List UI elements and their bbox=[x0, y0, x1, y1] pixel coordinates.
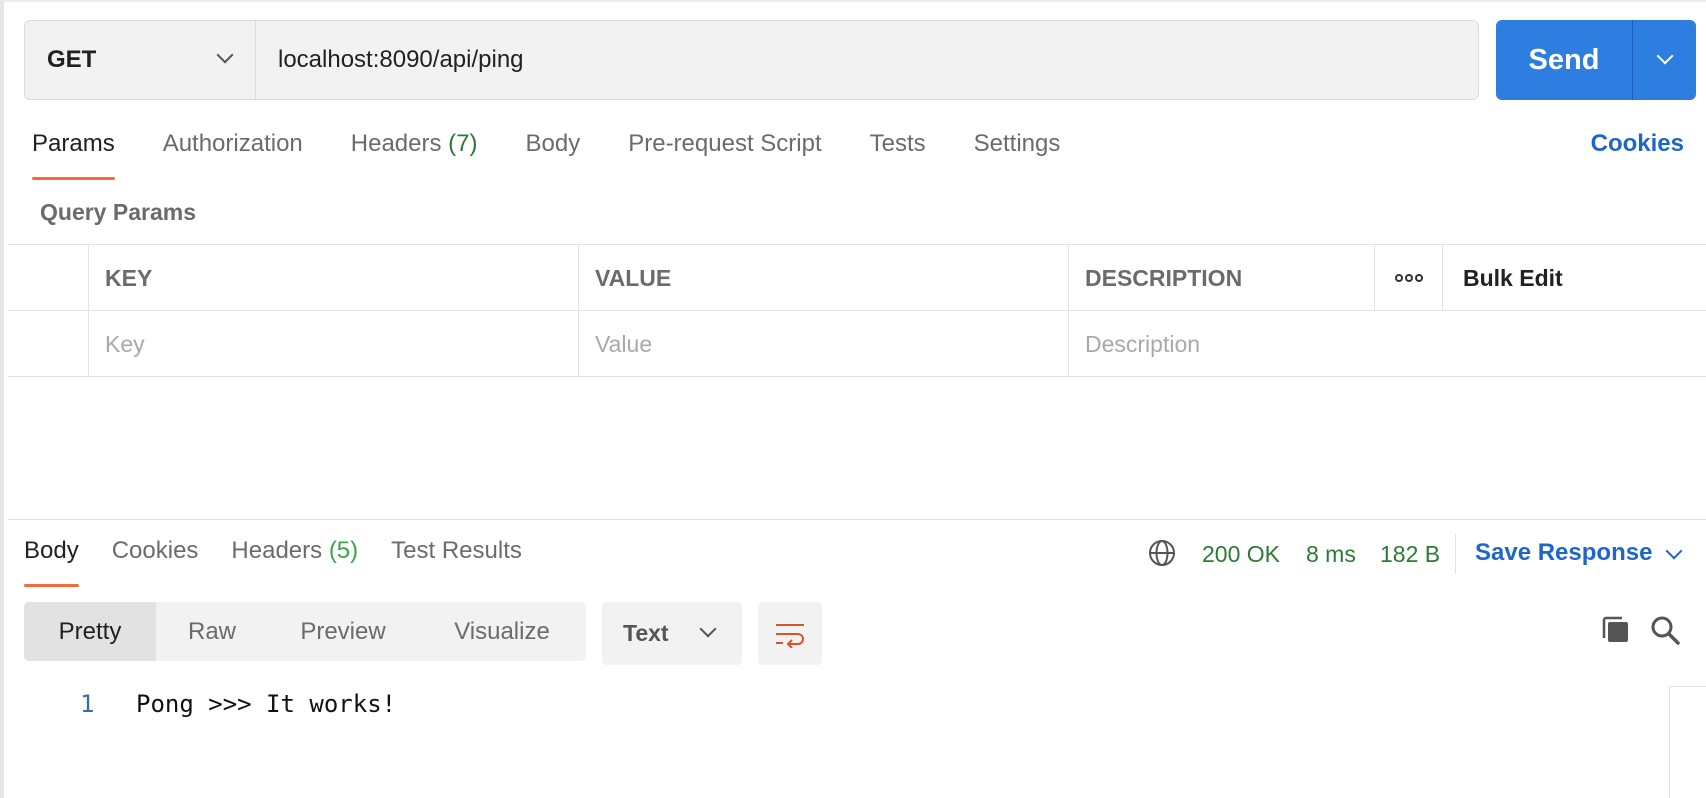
format-selector[interactable]: Text bbox=[602, 602, 742, 665]
format-label: Text bbox=[623, 620, 669, 646]
value-column-header: VALUE bbox=[578, 245, 1068, 311]
tab-test-results[interactable]: Test Results bbox=[391, 537, 522, 587]
tab-params[interactable]: Params bbox=[32, 130, 115, 180]
query-params-title: Query Params bbox=[40, 199, 196, 225]
tab-response-body-label: Body bbox=[24, 537, 79, 564]
tab-tests[interactable]: Tests bbox=[870, 130, 926, 180]
send-options-button[interactable] bbox=[1632, 20, 1696, 100]
response-body-line[interactable]: Pong >>> It works! bbox=[136, 690, 396, 718]
tab-tests-label: Tests bbox=[869, 130, 926, 157]
tab-headers[interactable]: Headers (7) bbox=[351, 130, 478, 180]
tab-authorization[interactable]: Authorization bbox=[163, 130, 303, 180]
status-divider bbox=[1455, 534, 1456, 574]
globe-icon[interactable] bbox=[1147, 538, 1177, 568]
view-preview[interactable]: Preview bbox=[268, 602, 418, 661]
more-icon bbox=[1394, 274, 1424, 282]
method-selector[interactable]: GET bbox=[25, 21, 256, 99]
response-size[interactable]: 182 B bbox=[1380, 541, 1440, 568]
tab-settings[interactable]: Settings bbox=[974, 130, 1061, 180]
key-column-header: KEY bbox=[88, 245, 578, 311]
tab-test-results-label: Test Results bbox=[391, 537, 522, 564]
tab-response-headers-label: Headers bbox=[231, 537, 323, 564]
send-button[interactable]: Send bbox=[1496, 20, 1632, 100]
more-options-button[interactable] bbox=[1374, 245, 1442, 311]
search-icon[interactable] bbox=[1649, 614, 1681, 646]
tab-body-label: Body bbox=[525, 130, 581, 157]
response-tabs: Body Cookies Headers (5) Test Results bbox=[24, 537, 555, 587]
response-headers-count-badge: (5) bbox=[328, 537, 359, 564]
tab-body[interactable]: Body bbox=[526, 130, 581, 180]
line-number: 1 bbox=[80, 690, 95, 718]
view-pretty[interactable]: Pretty bbox=[24, 602, 156, 661]
key-input[interactable]: Key bbox=[88, 311, 578, 377]
response-time[interactable]: 8 ms bbox=[1306, 541, 1356, 568]
table-header-row: KEY VALUE DESCRIPTION Bulk Edit bbox=[8, 245, 1706, 311]
wrap-lines-icon bbox=[776, 623, 804, 648]
tab-settings-label: Settings bbox=[973, 130, 1061, 157]
tab-response-cookies[interactable]: Cookies bbox=[112, 537, 199, 587]
status-code[interactable]: 200 OK bbox=[1202, 541, 1280, 568]
save-response-button[interactable]: Save Response bbox=[1475, 539, 1652, 567]
cookies-link[interactable]: Cookies bbox=[1591, 130, 1684, 158]
copy-icon[interactable] bbox=[1600, 614, 1632, 646]
request-bar: GET localhost:8090/api/ping bbox=[24, 20, 1479, 100]
request-tabs: Params Authorization Headers (7) Body Pr… bbox=[32, 130, 1108, 180]
view-visualize[interactable]: Visualize bbox=[418, 602, 586, 661]
headers-count-badge: (7) bbox=[448, 130, 478, 157]
editor-minimap[interactable] bbox=[1669, 686, 1706, 798]
chevron-down-icon[interactable] bbox=[1665, 542, 1683, 560]
value-input[interactable]: Value bbox=[578, 311, 1068, 377]
url-input[interactable]: localhost:8090/api/ping bbox=[256, 21, 1478, 99]
postman-window: GET localhost:8090/api/ping Send Params … bbox=[0, 0, 1706, 798]
description-input[interactable]: Description bbox=[1068, 311, 1706, 377]
method-label: GET bbox=[47, 46, 97, 73]
wrap-lines-button[interactable] bbox=[758, 602, 822, 665]
query-params-table: KEY VALUE DESCRIPTION Bulk Edit Key Valu… bbox=[8, 244, 1706, 377]
chevron-down-icon bbox=[216, 46, 234, 64]
view-mode-selector: Pretty Raw Preview Visualize bbox=[24, 602, 586, 661]
tab-authorization-label: Authorization bbox=[162, 130, 303, 157]
tab-prerequest-label: Pre-request Script bbox=[628, 130, 822, 157]
pane-divider[interactable] bbox=[8, 519, 1706, 520]
chevron-down-icon bbox=[1656, 47, 1674, 65]
send-button-group: Send bbox=[1496, 20, 1696, 100]
bulk-edit-button[interactable]: Bulk Edit bbox=[1442, 245, 1706, 311]
tab-headers-label: Headers bbox=[350, 130, 442, 157]
tab-response-cookies-label: Cookies bbox=[111, 537, 199, 564]
table-row: Key Value Description bbox=[8, 311, 1706, 377]
tab-response-body[interactable]: Body bbox=[24, 537, 79, 587]
description-column-header: DESCRIPTION bbox=[1068, 245, 1374, 311]
tab-response-headers[interactable]: Headers (5) bbox=[231, 537, 358, 587]
chevron-down-icon bbox=[699, 620, 717, 638]
view-raw[interactable]: Raw bbox=[156, 602, 268, 661]
tab-prerequest-script[interactable]: Pre-request Script bbox=[628, 130, 821, 180]
tab-params-label: Params bbox=[32, 130, 115, 157]
